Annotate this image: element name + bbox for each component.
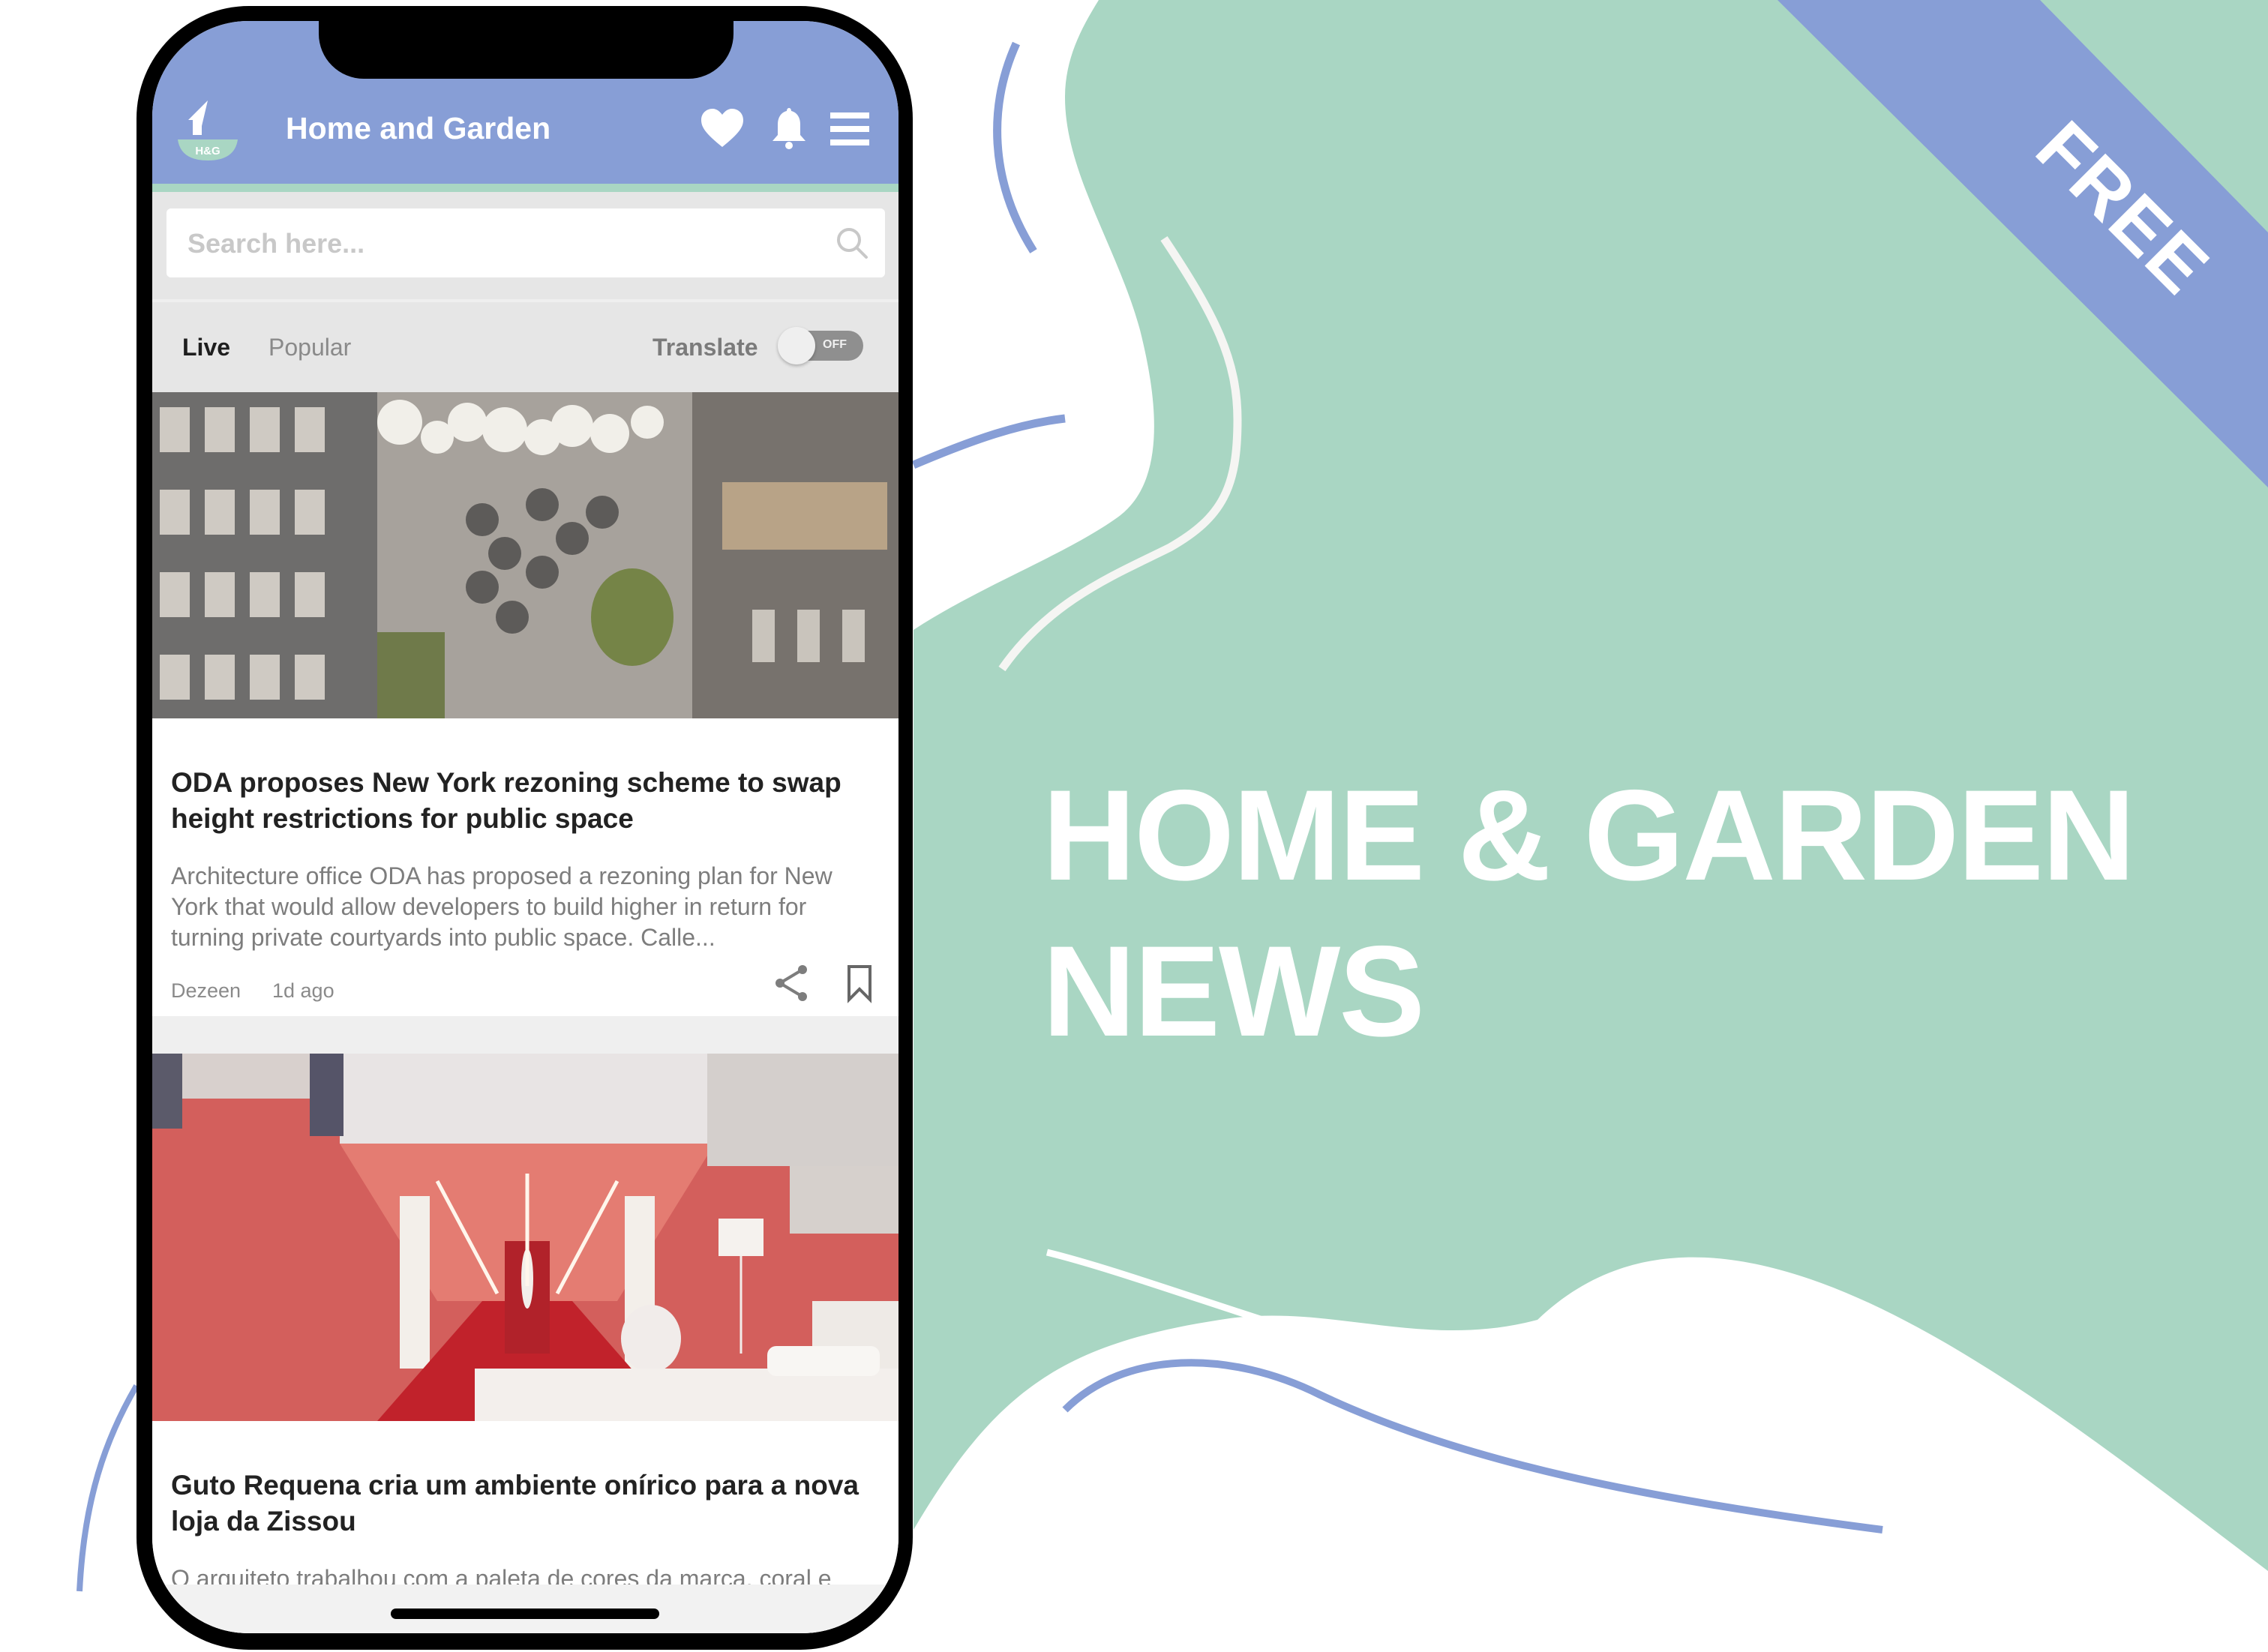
tab-popular[interactable]: Popular bbox=[268, 334, 351, 361]
blue-arc-left bbox=[76, 1384, 140, 1592]
tab-live[interactable]: Live bbox=[182, 334, 230, 361]
home-logo-icon[interactable]: H&G bbox=[175, 96, 241, 162]
search-icon[interactable] bbox=[834, 225, 870, 261]
article-image[interactable] bbox=[152, 392, 898, 718]
article-card[interactable]: ODA proposes New York rezoning scheme to… bbox=[152, 392, 898, 1016]
header-accent-stripe bbox=[152, 184, 898, 192]
article-image[interactable] bbox=[152, 1054, 898, 1421]
hero-title-line1: HOME & GARDEN bbox=[1042, 763, 2135, 907]
app-screen: H&G Home and Garden Search here... Live … bbox=[152, 21, 898, 1633]
toggle-knob bbox=[778, 327, 815, 364]
article-time: 1d ago bbox=[272, 979, 334, 1002]
blue-arc-mid bbox=[911, 414, 1066, 469]
toggle-state: OFF bbox=[823, 338, 847, 351]
translate-toggle[interactable]: OFF bbox=[778, 327, 863, 364]
app-title: Home and Garden bbox=[286, 111, 551, 145]
translate-label: Translate bbox=[652, 334, 758, 361]
menu-icon[interactable] bbox=[826, 105, 874, 153]
article-source: Dezeen bbox=[171, 979, 242, 1002]
search-placeholder: Search here... bbox=[188, 228, 365, 259]
home-indicator[interactable] bbox=[391, 1609, 659, 1619]
hero-title: HOME & GARDEN NEWS bbox=[1042, 757, 2135, 1069]
hero-title-line2: NEWS bbox=[1042, 919, 1425, 1063]
bell-icon[interactable] bbox=[765, 105, 813, 153]
feed-tabs: Live Popular Translate OFF bbox=[152, 302, 898, 392]
phone-notch bbox=[319, 21, 734, 79]
article-title[interactable]: ODA proposes New York rezoning scheme to… bbox=[171, 765, 876, 837]
article-title[interactable]: Guto Requena cria um ambiente onírico pa… bbox=[171, 1468, 876, 1540]
share-icon[interactable] bbox=[771, 962, 813, 1004]
heart-icon[interactable] bbox=[698, 105, 746, 153]
logo-text: H&G bbox=[195, 145, 220, 157]
article-card[interactable]: Guto Requena cria um ambiente onírico pa… bbox=[152, 1054, 898, 1633]
phone-mockup: H&G Home and Garden Search here... Live … bbox=[136, 6, 913, 1650]
search-area: Search here... bbox=[152, 192, 898, 299]
bookmark-icon[interactable] bbox=[838, 962, 880, 1004]
search-input[interactable]: Search here... bbox=[166, 208, 885, 277]
blue-arc-top bbox=[993, 41, 1037, 253]
article-description: Architecture office ODA has proposed a r… bbox=[171, 862, 832, 951]
